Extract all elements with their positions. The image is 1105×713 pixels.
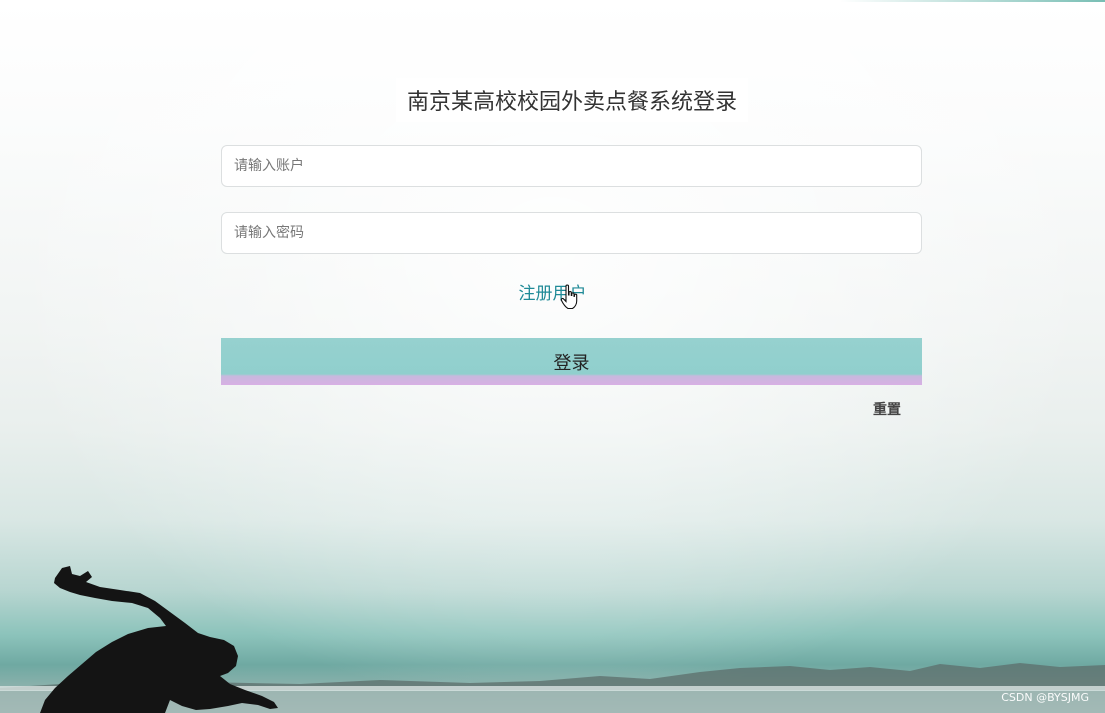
hand-pointer-icon <box>560 284 578 310</box>
account-input[interactable] <box>221 145 922 187</box>
login-button[interactable]: 登录 <box>221 338 922 385</box>
register-link-row: 注册用户 <box>0 279 1105 304</box>
runner-silhouette <box>40 566 278 713</box>
password-input[interactable] <box>221 212 922 254</box>
watermark: CSDN @BYSJMG <box>1001 691 1089 704</box>
page-title: 南京某高校校园外卖点餐系统登录 <box>406 90 737 115</box>
reset-button[interactable]: 重置 <box>862 399 912 419</box>
title-container: 南京某高校校园外卖点餐系统登录 <box>396 78 748 122</box>
